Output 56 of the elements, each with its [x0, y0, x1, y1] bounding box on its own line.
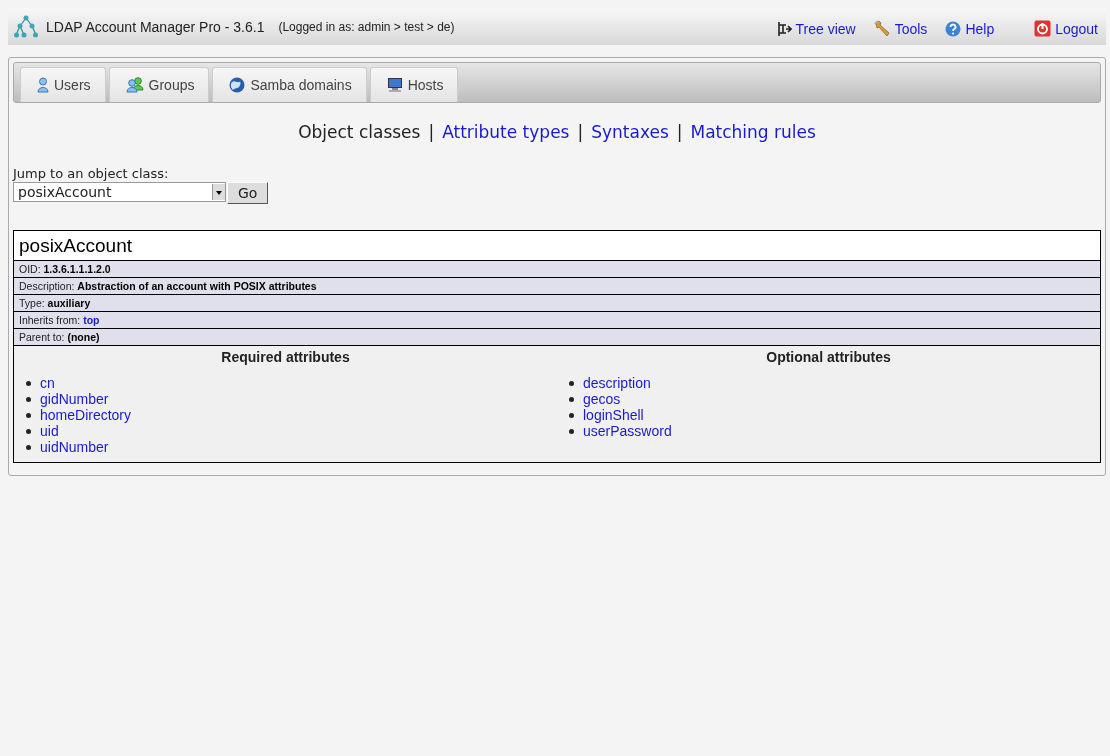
- object-class-title: posixAccount: [14, 231, 1100, 261]
- wrench-icon: [873, 20, 891, 37]
- property-text: Description: Abstraction of an account with POSIX attributes: [19, 280, 317, 292]
- section-link[interactable]: Matching rules: [690, 122, 816, 142]
- bullet-icon: [26, 444, 31, 450]
- computer-icon: [386, 77, 403, 93]
- globe-icon: [229, 77, 246, 93]
- attribute-link[interactable]: uidNumber: [40, 439, 109, 455]
- property-text: Inherits from: top: [19, 314, 100, 326]
- column-heading: Optional attributes: [765, 349, 892, 365]
- property-link[interactable]: top: [83, 314, 100, 326]
- bullet-icon: [26, 396, 31, 402]
- separator: |: [428, 122, 435, 142]
- object-class-dropdown[interactable]: posixAccount: [13, 182, 226, 202]
- bullet-icon: [26, 412, 31, 418]
- tree-link[interactable]: Tree view: [776, 16, 856, 37]
- bullet-icon: [26, 380, 31, 386]
- app-logo-icon: [14, 14, 38, 39]
- tree-icon: [776, 20, 792, 37]
- app-title: LDAP Account Manager Pro - 3.6.1: [46, 18, 265, 35]
- tab[interactable]: Groups: [108, 67, 210, 102]
- power-icon: [1034, 20, 1052, 37]
- attribute-link[interactable]: homeDirectory: [40, 407, 132, 423]
- bullet-icon: [569, 428, 574, 434]
- attribute-link[interactable]: gidNumber: [40, 391, 109, 407]
- attribute-link[interactable]: description: [583, 375, 651, 391]
- help-icon: [945, 20, 962, 37]
- current-section: Object classes: [298, 122, 421, 142]
- attribute-link[interactable]: cn: [40, 375, 55, 391]
- attribute-link[interactable]: uid: [40, 423, 59, 439]
- bullet-icon: [569, 412, 574, 418]
- property-text: Type: auxiliary: [19, 297, 91, 309]
- column-heading: Required attributes: [220, 349, 351, 365]
- attribute-link[interactable]: loginShell: [583, 407, 644, 423]
- separator: |: [577, 122, 584, 142]
- attribute-link[interactable]: userPassword: [583, 423, 672, 439]
- section-link[interactable]: Syntaxes: [591, 122, 669, 142]
- login-info: (Logged in as: admin > test > de): [278, 19, 455, 34]
- attribute-link[interactable]: gecos: [583, 391, 621, 407]
- bullet-icon: [26, 428, 31, 434]
- tab[interactable]: Users: [20, 67, 106, 102]
- property-text: OID: 1.3.6.1.1.1.2.0: [19, 263, 111, 275]
- help-link[interactable]: Help: [945, 16, 995, 37]
- bullet-icon: [569, 380, 574, 386]
- jump-label: Jump to an object class:: [13, 166, 170, 181]
- tools-link[interactable]: Tools: [873, 16, 928, 37]
- user-icon: [37, 77, 49, 93]
- go-button[interactable]: Go: [227, 182, 269, 204]
- users-icon: [125, 77, 144, 93]
- logout-link[interactable]: Logout: [1034, 16, 1098, 37]
- property-text: Parent to: (none): [19, 331, 100, 343]
- section-link[interactable]: Attribute types: [442, 122, 570, 142]
- bullet-icon: [569, 396, 574, 402]
- separator: |: [676, 122, 683, 142]
- tab[interactable]: Hosts: [369, 67, 459, 102]
- tab[interactable]: Samba domains: [212, 67, 367, 102]
